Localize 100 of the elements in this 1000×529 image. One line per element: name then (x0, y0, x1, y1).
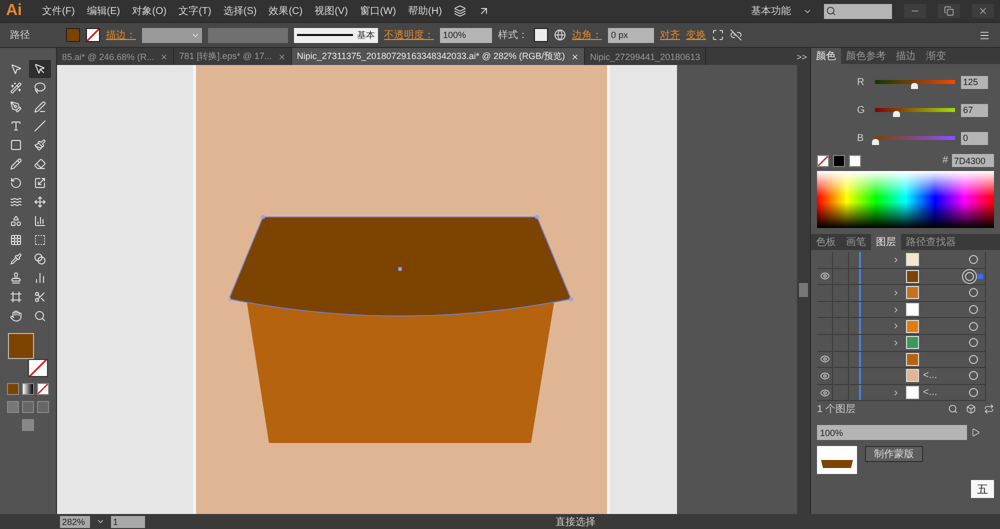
tool-button[interactable] (29, 60, 51, 78)
make-mask-button[interactable]: 制作蒙版 (865, 446, 923, 462)
menu-item[interactable]: 文件(F) (42, 4, 75, 18)
layer-row[interactable] (817, 268, 986, 286)
slider-thumb[interactable] (911, 83, 918, 89)
column-chart-icon (34, 272, 46, 284)
pen-line-icon (34, 101, 46, 113)
eye-icon[interactable] (820, 271, 830, 282)
panel-tab[interactable]: 颜色 (811, 48, 841, 64)
workspace-switcher[interactable]: 基本功能 (751, 4, 791, 18)
blend-icon (34, 253, 46, 265)
selection-indicator (978, 274, 982, 279)
shapes-icon (10, 215, 22, 227)
close-tab-icon[interactable] (278, 52, 286, 60)
gradient-mode-swatch[interactable] (22, 383, 34, 395)
channel-value-field[interactable]: 125 (961, 76, 988, 88)
layer-row[interactable] (817, 302, 986, 318)
corner-link[interactable]: 边角： (572, 28, 602, 42)
layer-row[interactable] (817, 318, 986, 335)
layer-row[interactable] (817, 252, 986, 269)
opacity-field[interactable]: 100% (440, 28, 492, 42)
corner-field[interactable]: 0 px (608, 28, 654, 42)
close-button[interactable] (972, 4, 994, 18)
target-icon[interactable] (964, 272, 974, 281)
pointer-icon (10, 63, 22, 75)
target-icon[interactable] (969, 338, 978, 348)
target-icon[interactable] (969, 371, 978, 380)
menu-item[interactable]: 效果(C) (268, 4, 303, 18)
layer-row[interactable] (817, 285, 986, 302)
fill-swatch[interactable] (66, 28, 80, 42)
stroke-link[interactable]: 描边： (106, 28, 136, 42)
color-spectrum[interactable] (817, 171, 994, 228)
lasso-icon (34, 82, 46, 94)
menu-item[interactable]: 编辑(E) (86, 4, 120, 18)
opacity-link[interactable]: 不透明度： (384, 28, 434, 42)
channel-value-field[interactable]: 67 (961, 104, 988, 116)
pencil-icon (10, 158, 22, 170)
menu-item[interactable]: 对象(O) (132, 4, 167, 18)
zoom-field[interactable]: 282% (60, 516, 90, 528)
eye-icon[interactable] (820, 370, 830, 381)
layer-name: <... (923, 387, 938, 398)
layer-row[interactable]: <... (817, 368, 986, 385)
stroke-profile-dropdown[interactable]: 基本 (294, 28, 378, 42)
artboard-field[interactable]: 1 (111, 516, 145, 528)
channel-label: G (857, 104, 866, 116)
hand-icon (10, 310, 22, 322)
preset-swatch[interactable] (833, 154, 845, 166)
fill-color-swatch[interactable] (8, 333, 34, 359)
slider-thumb[interactable] (892, 111, 900, 117)
document-tab[interactable]: Nipic_27311375_20180729163348342033.ai* @ 282% (RGB/预览) (292, 48, 586, 65)
target-icon[interactable] (969, 322, 978, 331)
menu-item[interactable]: 文字(T) (178, 4, 212, 18)
stroke-color-swatch[interactable] (28, 359, 48, 377)
transform-link[interactable]: 变换 (686, 28, 706, 42)
search-field[interactable] (824, 4, 892, 18)
eye-icon[interactable] (820, 354, 830, 364)
stroke-weight-field[interactable] (142, 28, 202, 42)
menu-item[interactable]: 窗口(W) (360, 4, 396, 18)
panel-tab[interactable]: 图层 (871, 234, 901, 250)
line-icon (34, 120, 46, 132)
hollow-pointer-icon (34, 63, 46, 75)
object-thumbnail (817, 446, 857, 474)
stroke-swatch[interactable] (86, 28, 100, 42)
transparency-opacity-field[interactable]: 100% (817, 425, 967, 440)
color-mode-swatch[interactable] (7, 383, 19, 395)
paintbrush-icon (34, 139, 46, 151)
none-mode-swatch[interactable] (37, 383, 49, 395)
layer-row[interactable] (817, 352, 986, 368)
target-icon[interactable] (969, 305, 978, 314)
tabs-overflow-button[interactable]: >> (793, 50, 810, 64)
close-icon (978, 6, 988, 16)
channel-label: R (857, 76, 866, 88)
menu-item[interactable]: 选择(S) (223, 4, 257, 18)
target-icon[interactable] (969, 354, 978, 364)
menu-item[interactable]: 视图(V) (314, 4, 348, 18)
channel-value-field[interactable]: 0 (961, 132, 988, 144)
none-swatch[interactable] (817, 154, 829, 166)
target-icon[interactable] (969, 388, 978, 398)
close-tab-icon[interactable] (160, 52, 168, 60)
magic-wand-icon (10, 82, 22, 94)
play-icon[interactable] (971, 428, 980, 438)
hex-field[interactable]: 7D4300 (952, 154, 994, 167)
ime-toolbar[interactable]: 五 (971, 480, 994, 498)
layer-row[interactable]: <... (817, 384, 986, 402)
layer-name: <... (923, 370, 938, 382)
align-link[interactable]: 对齐 (660, 28, 680, 42)
style-swatch[interactable] (534, 28, 548, 42)
restore-button[interactable] (938, 4, 960, 18)
eye-icon[interactable] (820, 388, 830, 398)
move-icon (34, 196, 46, 208)
target-icon[interactable] (969, 255, 978, 264)
close-tab-icon[interactable] (571, 52, 580, 60)
menu-item[interactable]: 帮助(H) (408, 4, 442, 18)
panel-menu-icon[interactable] (979, 30, 990, 40)
zoom-icon (34, 310, 46, 322)
layer-row[interactable] (817, 334, 986, 352)
preset-swatch[interactable] (849, 154, 861, 166)
caret-icon[interactable] (96, 517, 105, 526)
target-icon[interactable] (969, 288, 978, 298)
slider-thumb[interactable] (872, 139, 879, 145)
